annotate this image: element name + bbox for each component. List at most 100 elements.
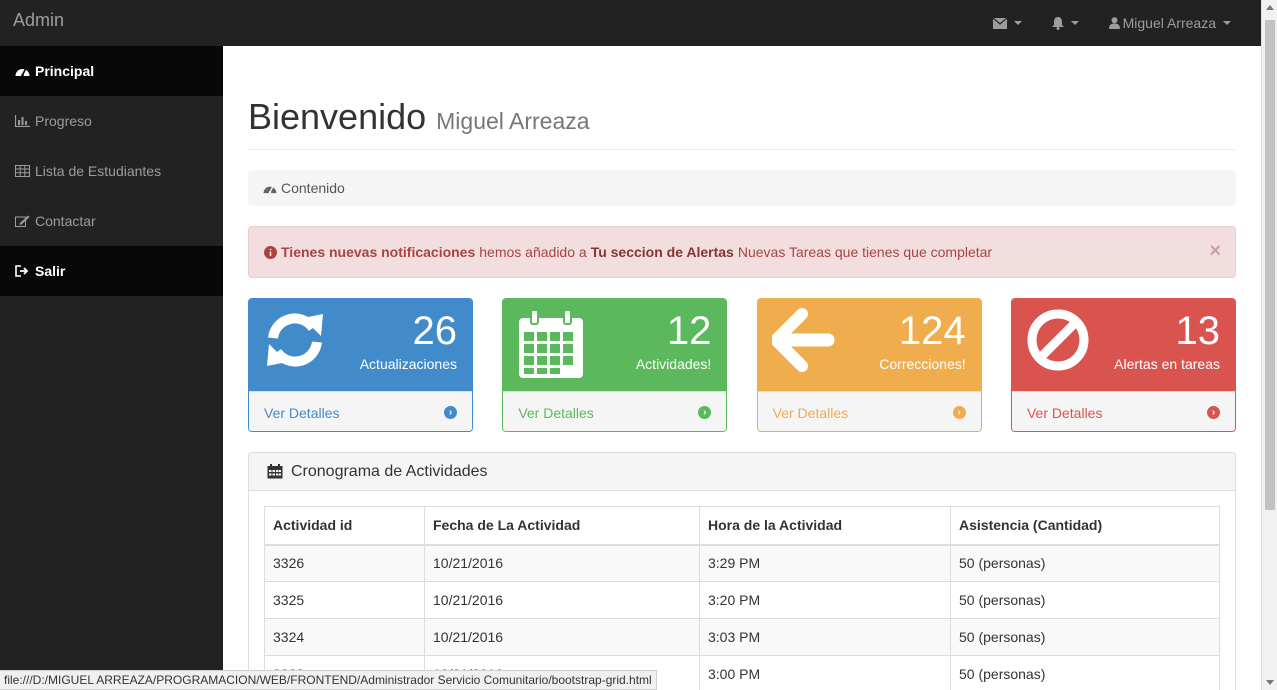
alerts-dropdown[interactable] [1037,0,1094,46]
dashboard-icon [263,185,277,193]
bell-icon [1051,16,1064,30]
arrow-left-icon [771,308,835,372]
table-cell: 50 (personas) [950,618,1220,656]
arrow-circle-right-icon: › [952,406,966,419]
table-header-row: Actividad id Fecha de La Actividad Hora … [264,506,1220,546]
brand-link[interactable]: Admin [13,10,64,31]
sidebar-item-label: Salir [35,263,66,279]
alert-link[interactable]: Tu seccion de Alertas [591,244,734,260]
panel-alertas: 13 Alertas en tareas Ver Detalles › [1010,298,1236,432]
panel-heading: 13 Alertas en tareas [1011,299,1235,391]
table-cell: 50 (personas) [950,581,1220,619]
arrow-circle-right-icon: › [444,406,457,419]
ban-icon [1027,309,1089,371]
ver-detalles-link[interactable]: Ver Detalles › [249,391,472,431]
table-icon [15,165,30,177]
table-cell: 3:00 PM [699,655,951,690]
chevron-down-icon [1013,21,1022,25]
page-header: Bienvenido Miguel Arreaza [248,96,1236,150]
vertical-scrollbar[interactable] [1261,0,1277,690]
alert-text: hemos añadido a [479,244,587,260]
table-cell: 10/21/2016 [424,544,700,582]
calendar-icon [267,464,283,479]
top-navbar: Admin Miguel Arreaza [0,0,1261,46]
scrollbar-thumb[interactable] [1265,20,1275,510]
calendar-icon [519,309,584,378]
link-label: Ver Detalles [1026,404,1103,421]
column-header: Asistencia (Cantidad) [950,506,1220,546]
browser-status-bar: file:///D:/MIGUEL ARREAZA/PROGRAMACION/W… [0,670,657,690]
column-header: Fecha de La Actividad [424,506,700,546]
sidebar-item-progreso[interactable]: Progreso [0,96,223,146]
scroll-down-arrow-icon[interactable] [1266,680,1274,685]
table-row: 3325 10/21/2016 3:20 PM 50 (personas) [264,581,1220,619]
ver-detalles-link[interactable]: Ver Detalles › [757,391,981,431]
sidebar-item-label: Principal [35,63,95,79]
sidebar-item-label: Lista de Estudiantes [35,163,162,179]
sidebar: Principal Progreso Lista de Estudiantes … [0,46,223,690]
table-cell: 3:29 PM [699,544,951,582]
panel-correcciones: 124 Correcciones! Ver Detalles › [756,298,982,432]
column-header: Hora de la Actividad [699,506,951,546]
table-cell: 3325 [264,581,425,619]
sidebar-item-label: Progreso [35,113,92,129]
panel-label: Actividades! [635,356,712,372]
table-cell: 3:03 PM [699,618,951,656]
alert-text: Nuevas Tareas que tienes que completar [737,244,993,260]
panel-heading: 12 Actividades! [503,299,727,391]
ver-detalles-link[interactable]: Ver Detalles › [503,391,727,431]
edit-icon [15,215,30,227]
bar-chart-icon [15,115,30,127]
panel-number: 124 [898,309,966,353]
close-icon[interactable]: × [1209,240,1221,263]
ver-detalles-link[interactable]: Ver Detalles › [1011,391,1235,431]
sidebar-item-principal[interactable]: Principal [0,46,223,96]
panel-number: 12 [666,309,712,353]
panel-label: Actualizaciones [359,356,457,372]
breadcrumb-label: Contenido [281,180,345,196]
alert-strong-text: Tienes nuevas notificaciones [281,244,476,260]
stats-panels: 26 Actualizaciones Ver Detalles › 12 Act… [248,298,1236,432]
user-name: Miguel Arreaza [1122,15,1216,31]
notification-alert: Tienes nuevas notificaciones hemos añadi… [248,226,1236,278]
info-circle-icon [264,245,277,259]
arrow-circle-right-icon: › [1206,406,1220,419]
user-dropdown[interactable]: Miguel Arreaza [1094,0,1261,46]
link-label: Ver Detalles [772,404,849,421]
table-cell: 50 (personas) [950,544,1220,582]
schedule-title: Cronograma de Actividades [291,462,488,480]
panel-number: 13 [1175,309,1220,353]
panel-actividades: 12 Actividades! Ver Detalles › [502,298,728,432]
panel-heading: 124 Correcciones! [757,299,981,391]
column-header: Actividad id [264,506,425,546]
table-cell: 3326 [264,544,425,582]
page-subtitle: Miguel Arreaza [436,108,590,134]
sidebar-item-salir[interactable]: Salir [0,246,223,296]
chevron-down-icon [1223,21,1231,25]
arrow-circle-right-icon: › [698,406,712,419]
chevron-down-icon [1070,21,1079,25]
main-content: Bienvenido Miguel Arreaza Contenido Tien… [248,46,1236,690]
table-cell: 10/21/2016 [424,581,700,619]
panel-label: Correcciones! [879,356,966,372]
table-row: 3326 10/21/2016 3:29 PM 50 (personas) [264,544,1220,582]
navbar-right: Miguel Arreaza [978,0,1261,46]
panel-number: 26 [412,309,458,353]
sidebar-item-lista-estudiantes[interactable]: Lista de Estudiantes [0,146,223,196]
scroll-up-arrow-icon[interactable] [1266,5,1274,10]
breadcrumb: Contenido [248,170,1236,206]
schedule-table: Actividad id Fecha de La Actividad Hora … [264,506,1220,690]
link-label: Ver Detalles [264,404,340,421]
table-cell: 3:20 PM [699,581,951,619]
user-icon [1108,17,1120,29]
messages-dropdown[interactable] [978,0,1037,46]
table-row: 3324 10/21/2016 3:03 PM 50 (personas) [264,618,1220,656]
link-label: Ver Detalles [518,404,594,421]
envelope-icon [992,17,1007,29]
refresh-icon [267,313,323,367]
panel-actualizaciones: 26 Actualizaciones Ver Detalles › [248,298,473,432]
panel-heading: 26 Actualizaciones [249,299,472,391]
sidebar-item-contactar[interactable]: Contactar [0,196,223,246]
dashboard-icon [15,68,30,77]
schedule-table-wrapper: Actividad id Fecha de La Actividad Hora … [249,491,1235,690]
